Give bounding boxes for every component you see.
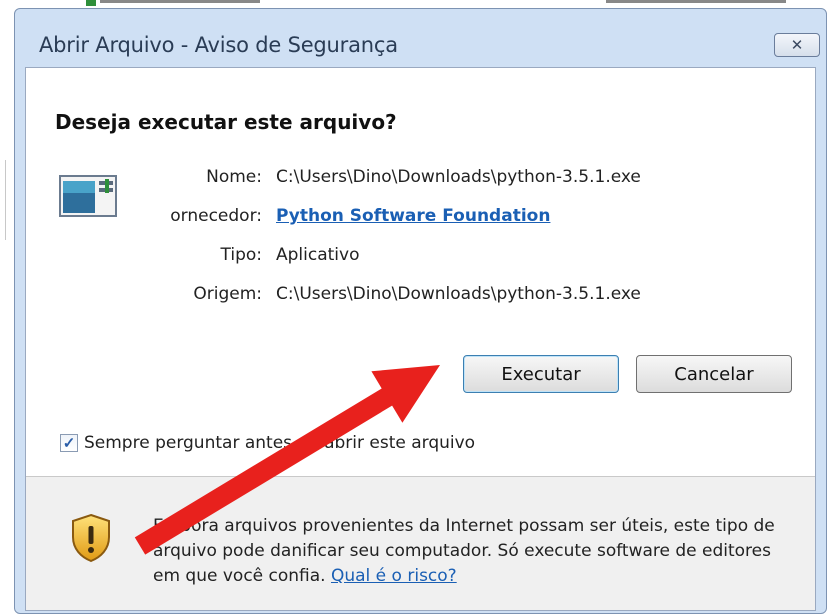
always-ask-label: Sempre perguntar antes de abrir este arq…: [84, 433, 476, 453]
field-value: Aplicativo: [276, 245, 360, 265]
background-left-edge: [0, 10, 14, 615]
field-type: Tipo: Aplicativo: [26, 245, 806, 269]
cancel-button[interactable]: Cancelar: [636, 355, 792, 393]
publisher-link[interactable]: Python Software Foundation: [276, 206, 550, 226]
field-label: Origem:: [193, 284, 262, 304]
always-ask-checkbox[interactable]: ✓: [60, 434, 78, 452]
security-shield-icon: [72, 513, 110, 563]
field-name: Nome: C:\Users\Dino\Downloads\python-3.5…: [26, 167, 806, 191]
risk-link[interactable]: Qual é o risco?: [331, 566, 457, 586]
field-publisher: ornecedor: Python Software Foundation: [26, 206, 806, 230]
field-label: Nome:: [206, 167, 262, 187]
dialog-title: Abrir Arquivo - Aviso de Segurança: [39, 33, 398, 57]
dialog-titlebar[interactable]: Abrir Arquivo - Aviso de Segurança ✕: [15, 9, 826, 67]
field-value: C:\Users\Dino\Downloads\python-3.5.1.exe: [276, 167, 641, 187]
dialog-content: Deseja executar este arquivo? Nome: C:\U…: [25, 67, 816, 611]
run-button[interactable]: Executar: [463, 355, 619, 393]
always-ask-option[interactable]: ✓ Sempre perguntar antes de abrir este a…: [60, 431, 475, 455]
close-button[interactable]: ✕: [774, 33, 820, 57]
close-icon: ✕: [790, 37, 804, 54]
field-label: Tipo:: [220, 245, 262, 265]
warning-message: Embora arquivos provenientes da Internet…: [153, 514, 803, 589]
security-warning-dialog: Abrir Arquivo - Aviso de Segurança ✕ Des…: [14, 8, 827, 614]
field-label: ornecedor:: [170, 206, 262, 226]
field-value: C:\Users\Dino\Downloads\python-3.5.1.exe: [276, 284, 641, 304]
warning-text: Embora arquivos provenientes da Internet…: [153, 516, 775, 586]
field-origin: Origem: C:\Users\Dino\Downloads\python-3…: [26, 284, 806, 308]
dialog-question: Deseja executar este arquivo?: [55, 110, 397, 134]
